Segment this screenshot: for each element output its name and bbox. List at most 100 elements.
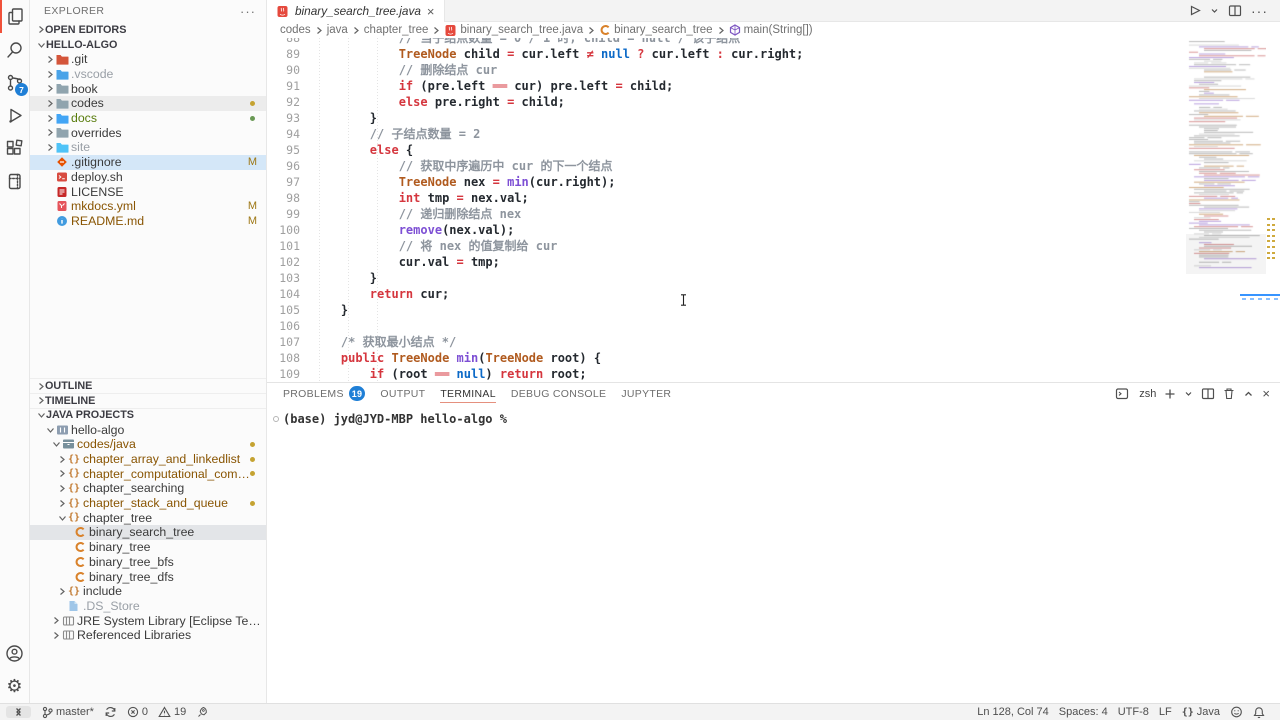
tree-item--git[interactable]: .git — [30, 52, 266, 67]
code-line-99[interactable]: 99 // 递归删除结点 nex — [267, 206, 1186, 222]
terminal[interactable]: (base) jyd@JYD-MBP hello-algo % — [267, 404, 1280, 703]
breadcrumb-chapter-tree[interactable]: chapter_tree — [364, 24, 429, 36]
cursor-position[interactable]: Ln 128, Col 74 — [972, 706, 1054, 718]
tree-item-mkdocs-yml[interactable]: mkdocs.ymlM — [30, 199, 266, 214]
activity-explorer[interactable] — [0, 0, 29, 33]
chevron-down-icon[interactable] — [44, 426, 56, 434]
tree-item-binary-tree-dfs[interactable]: binary_tree_dfs — [30, 569, 266, 584]
chevron-right-icon[interactable] — [44, 70, 56, 79]
tree-item-jre-system-library-eclipse-temurin-17-17-[interactable]: JRE System Library [Eclipse Temurin 17 [… — [30, 613, 266, 628]
chevron-right-icon[interactable] — [56, 587, 68, 596]
java-projects-section[interactable]: JAVA PROJECTS — [30, 408, 266, 423]
minimap[interactable] — [1186, 38, 1266, 382]
tree-item-chapter-stack-and-queue[interactable]: {}chapter_stack_and_queue — [30, 496, 266, 511]
tree-item-binary-search-tree[interactable]: binary_search_tree — [30, 525, 266, 540]
chevron-right-icon[interactable] — [44, 99, 56, 108]
errors-count[interactable]: 0 — [122, 706, 153, 718]
split-terminal-button[interactable] — [1201, 387, 1215, 400]
chevron-right-icon[interactable] — [56, 455, 68, 464]
tree-item-codes[interactable]: codes — [30, 96, 266, 111]
kill-terminal-button[interactable] — [1223, 387, 1235, 400]
remote-indicator[interactable] — [6, 706, 31, 718]
activity-settings[interactable]: ⚙ — [0, 670, 29, 703]
git-branch[interactable]: master* — [37, 706, 99, 719]
tree-item-site[interactable]: site — [30, 140, 266, 155]
code-line-108[interactable]: 108 public TreeNode min(TreeNode root) { — [267, 350, 1186, 366]
code-line-101[interactable]: 101 // 将 nex 的值复制给 cur — [267, 238, 1186, 254]
tree-item-license[interactable]: LICENSE — [30, 184, 266, 199]
split-editor-button[interactable] — [1228, 4, 1242, 17]
breadcrumb-binary-search-tree-java[interactable]: binary_search_tree.java — [444, 24, 583, 37]
chevron-right-icon[interactable] — [44, 84, 56, 93]
tree-item--gitignore[interactable]: .gitignoreM — [30, 155, 266, 170]
tree-item-binary-tree-bfs[interactable]: binary_tree_bfs — [30, 555, 266, 570]
tree-item-readme-md[interactable]: README.mdM — [30, 214, 266, 229]
chevron-right-icon[interactable] — [50, 631, 62, 640]
code-line-92[interactable]: 92 else pre.right = child; — [267, 94, 1186, 110]
tree-item-chapter-searching[interactable]: {}chapter_searching — [30, 481, 266, 496]
encoding[interactable]: UTF-8 — [1113, 706, 1154, 718]
tree-item-book[interactable]: book — [30, 81, 266, 96]
breadcrumb-codes[interactable]: codes — [280, 24, 311, 36]
activity-extensions[interactable] — [0, 132, 29, 165]
activity-source-control[interactable]: 7 — [0, 66, 29, 99]
terminal-dropdown[interactable] — [1184, 389, 1193, 398]
close-icon[interactable]: × — [427, 5, 435, 18]
activity-account[interactable] — [0, 637, 29, 670]
breadcrumb-main-string-[interactable]: main(String[]) — [729, 24, 813, 36]
outline-section[interactable]: OUTLINE — [30, 378, 266, 393]
panel-tab-problems[interactable]: PROBLEMS19 — [283, 383, 365, 404]
feedback[interactable] — [1225, 706, 1248, 718]
code-line-105[interactable]: 105 } — [267, 302, 1186, 318]
code-line-98[interactable]: 98 int tmp = nex.val; — [267, 190, 1186, 206]
chevron-down-icon[interactable] — [50, 440, 62, 448]
tree-item-chapter-tree[interactable]: {}chapter_tree — [30, 510, 266, 525]
new-terminal-button[interactable] — [1164, 388, 1176, 400]
run-file-button[interactable] — [1188, 4, 1201, 17]
chevron-right-icon[interactable] — [44, 143, 56, 152]
notifications[interactable] — [1248, 706, 1270, 719]
chevron-right-icon[interactable] — [56, 469, 68, 478]
code-line-91[interactable]: 91 if (pre.left ══ cur) pre.left = child… — [267, 78, 1186, 94]
tree-item-binary-tree[interactable]: binary_tree — [30, 540, 266, 555]
code-editor[interactable]: 88 // 当子结点数量 = 0 / 1 时, child = null / 该… — [267, 38, 1280, 382]
code-line-97[interactable]: 97 TreeNode nex = min(cur.right); — [267, 174, 1186, 190]
panel-tab-debug-console[interactable]: DEBUG CONSOLE — [511, 383, 607, 404]
warnings-count[interactable]: 19 — [153, 706, 191, 718]
sync-changes[interactable] — [99, 706, 122, 718]
run-dropdown[interactable] — [1210, 6, 1219, 15]
eol[interactable]: LF — [1154, 706, 1177, 718]
tree-item-hello-algo[interactable]: hello-algo — [30, 422, 266, 437]
tree-item--vscode[interactable]: .vscode — [30, 67, 266, 82]
timeline-section[interactable]: TIMELINE — [30, 393, 266, 408]
chevron-right-icon[interactable] — [44, 114, 56, 123]
tree-item-deploy-sh[interactable]: deploy.sh — [30, 170, 266, 185]
code-line-88[interactable]: 88 // 当子结点数量 = 0 / 1 时, child = null / 该… — [267, 38, 1186, 46]
tree-item--ds-store[interactable]: .DS_Store — [30, 599, 266, 614]
editor-more-button[interactable]: ··· — [1251, 3, 1268, 19]
code-line-100[interactable]: 100 remove(nex.val); — [267, 222, 1186, 238]
activity-run-debug[interactable] — [0, 99, 29, 132]
code-line-93[interactable]: 93 } — [267, 110, 1186, 126]
tree-item-include[interactable]: {}include — [30, 584, 266, 599]
tree-item-chapter-array-and-linkedlist[interactable]: {}chapter_array_and_linkedlist — [30, 452, 266, 467]
code-line-94[interactable]: 94 // 子结点数量 = 2 — [267, 126, 1186, 142]
panel-tab-terminal[interactable]: TERMINAL — [440, 383, 496, 404]
code-line-90[interactable]: 90 // 删除结点 cur — [267, 62, 1186, 78]
tree-item-overrides[interactable]: overrides — [30, 125, 266, 140]
breadcrumb-binary-search-tree[interactable]: binary_search_tree — [599, 24, 712, 36]
language-mode[interactable]: {}Java — [1177, 706, 1225, 718]
chevron-right-icon[interactable] — [56, 484, 68, 493]
code-line-89[interactable]: 89 TreeNode child = cur.left ≠ null ? cu… — [267, 46, 1186, 62]
code-line-104[interactable]: 104 return cur; — [267, 286, 1186, 302]
code-line-96[interactable]: 96 // 获取中序遍历中 cur 的下一个结点 — [267, 158, 1186, 174]
tree-item-chapter-computational-complexity[interactable]: {}chapter_computational_complexity — [30, 466, 266, 481]
code-line-95[interactable]: 95 else { — [267, 142, 1186, 158]
chevron-down-icon[interactable] — [56, 514, 68, 522]
sidebar-more-icon[interactable]: ··· — [240, 4, 256, 19]
shell-select[interactable] — [1115, 387, 1129, 400]
close-panel-button[interactable]: × — [1262, 387, 1270, 400]
chevron-right-icon[interactable] — [56, 499, 68, 508]
tab-binary-search-tree[interactable]: binary_search_tree.java × — [267, 0, 445, 22]
chevron-right-icon[interactable] — [50, 616, 62, 625]
